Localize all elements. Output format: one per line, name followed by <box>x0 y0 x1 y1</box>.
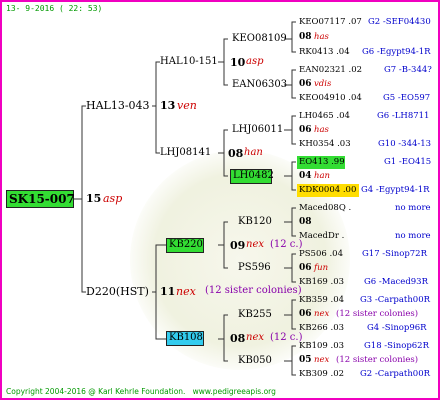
dam-note: (12 sister colonies) <box>205 285 302 296</box>
g3-name-3[interactable]: LH0482 <box>233 171 274 181</box>
g4-b-2: G6 -LH8711 <box>377 111 430 121</box>
g4-a-2[interactable]: LH0465 .04 <box>299 112 350 121</box>
g4-b-3: G1 -EO415 <box>384 157 432 167</box>
generation-date: 13- 9-2016 ( 22: 53) <box>6 4 103 13</box>
sire-name[interactable]: HAL13-043 <box>86 100 150 111</box>
g4-a-0[interactable]: KEO07117 .07 <box>299 18 362 27</box>
g4-ann-3: han <box>314 171 331 181</box>
g4-c-2[interactable]: KH0354 .03 <box>299 140 351 149</box>
g4-c-4[interactable]: MacedDr . <box>299 232 344 241</box>
dam-name[interactable]: D220(HST) <box>86 286 149 297</box>
g4-d-0: G6 -Egypt94-1R <box>362 47 431 57</box>
g2-note-3: (12 c.) <box>270 332 303 343</box>
root-annotation: asp <box>103 192 123 205</box>
g2-gen-1: 08 <box>228 147 244 160</box>
g3-name-7[interactable]: KB050 <box>238 356 272 366</box>
g4-c-0[interactable]: RK0413 .04 <box>299 48 350 57</box>
g2-name-0[interactable]: HAL10-151 <box>160 57 218 67</box>
g3-name-4[interactable]: KB120 <box>238 217 272 227</box>
g2-name-1[interactable]: LHJ08141 <box>160 148 211 158</box>
g4-d-4: no more <box>395 231 431 241</box>
g4-a-5[interactable]: PS506 .04 <box>299 250 343 259</box>
g4-b-0: G2 -SEF04430 <box>368 17 431 27</box>
g4-b-4: no more <box>395 203 431 213</box>
g4-ann-0: has <box>314 32 329 42</box>
g4-d-2: G10 -344-13 <box>378 139 432 149</box>
g4-gen-0: 08 <box>299 32 312 42</box>
g4-ann-1: vdis <box>314 79 332 89</box>
g4-a-6[interactable]: KB359 .04 <box>299 296 344 305</box>
g4-gen-6: 06 <box>299 309 312 319</box>
g3-name-2[interactable]: LHJ06011 <box>232 125 283 135</box>
g4-ann-5: fun <box>314 263 329 273</box>
g4-gen-5: 06 <box>299 263 312 273</box>
footer-copyright: Copyright 2004-2016 @ Karl Kehrle Founda… <box>6 387 186 396</box>
g2-gen-0: 10 <box>230 56 246 69</box>
g3-name-0[interactable]: KEO08109 <box>232 34 287 44</box>
g4-note-6: (12 sister colonies) <box>336 309 419 319</box>
root-name: SK15-007 <box>9 192 75 206</box>
g4-b-7: G18 -Sinop62R <box>364 341 429 351</box>
g4-b-5: G17 -Sinop72R <box>362 249 427 259</box>
g4-a-4[interactable]: Maced08Q . <box>299 204 351 213</box>
g3-name-1[interactable]: EAN06303 <box>232 80 287 90</box>
g4-gen-3: 04 <box>299 171 312 181</box>
g4-c-5[interactable]: KB169 .03 <box>299 278 344 287</box>
g4-c-1[interactable]: KEO04910 .04 <box>299 94 362 103</box>
g4-gen-1: 06 <box>299 79 312 89</box>
g2-ann-2: nex <box>246 239 264 250</box>
g4-gen-4: 08 <box>299 217 312 227</box>
g2-gen-2: 09 <box>230 239 246 252</box>
g4-c-7[interactable]: KB309 .02 <box>299 370 344 379</box>
footer-link[interactable]: www.pedigreeapis.org <box>193 387 276 396</box>
g4-note-7: (12 sister colonies) <box>336 355 419 365</box>
g4-gen-7: 05 <box>299 355 312 365</box>
g4-d-6: G4 -Sinop96R <box>367 323 427 333</box>
g2-name-2[interactable]: KB220 <box>169 240 203 250</box>
g4-ann-2: has <box>314 125 329 135</box>
sire-gen: 13 <box>160 99 176 112</box>
g2-gen-3: 08 <box>230 332 246 345</box>
g4-a-7[interactable]: KB109 .03 <box>299 342 344 351</box>
sire-annotation: ven <box>177 99 197 112</box>
g4-d-5: G6 -Maced93R <box>364 277 428 287</box>
g3-name-5[interactable]: PS596 <box>238 263 271 273</box>
g4-gen-2: 06 <box>299 125 312 135</box>
g2-note-2: (12 c.) <box>270 239 303 250</box>
g4-a-3[interactable]: EO413 .99 <box>299 158 345 167</box>
g4-d-3: G4 -Egypt94-1R <box>361 185 430 195</box>
root-gen: 15 <box>86 192 102 205</box>
dam-annotation: nex <box>176 285 196 298</box>
g2-ann-1: han <box>244 147 263 158</box>
g4-b-1: G7 -B-344? <box>384 65 432 75</box>
g2-ann-0: asp <box>246 56 264 67</box>
g4-ann-6: nex <box>314 309 330 319</box>
g4-b-6: G3 -Carpath00R <box>360 295 431 305</box>
g4-c-6[interactable]: KB266 .03 <box>299 324 344 333</box>
g3-name-6[interactable]: KB255 <box>238 310 272 320</box>
g4-d-7: G2 -Carpath00R <box>360 369 431 379</box>
dam-gen: 11 <box>160 285 176 298</box>
g2-ann-3: nex <box>246 332 264 343</box>
g4-ann-7: nex <box>314 355 330 365</box>
g4-a-1[interactable]: EAN02321 .02 <box>299 66 362 75</box>
g4-d-1: G5 -EO597 <box>383 93 431 103</box>
footer: Copyright 2004-2016 @ Karl Kehrle Founda… <box>6 388 276 396</box>
g4-c-3[interactable]: KDK0004 .00 <box>299 186 356 195</box>
g2-name-3[interactable]: KB108 <box>169 333 203 343</box>
